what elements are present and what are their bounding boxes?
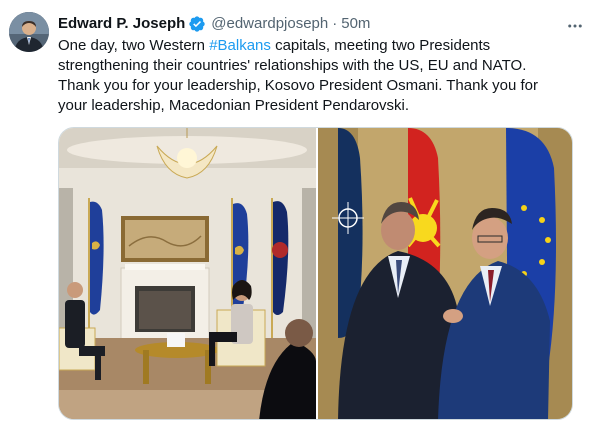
- avatar[interactable]: [9, 12, 49, 52]
- more-options-icon[interactable]: [565, 16, 585, 36]
- author-handle[interactable]: @edwardpjoseph: [211, 14, 328, 34]
- photo-macedonia-handshake[interactable]: [318, 128, 572, 419]
- photo-kosovo-meeting[interactable]: [59, 128, 316, 419]
- verified-badge-icon: [188, 15, 206, 33]
- tweet-text: One day, two Western #Balkans capitals, …: [58, 36, 558, 116]
- author-name[interactable]: Edward P. Joseph: [58, 14, 185, 34]
- tweet-text-part1: One day, two Western: [58, 37, 210, 54]
- separator-dot: ·: [332, 15, 338, 32]
- timestamp[interactable]: 50m: [341, 14, 370, 34]
- tweet-header: Edward P. Joseph @edwardpjoseph · 50m: [58, 14, 575, 34]
- tweet[interactable]: Edward P. Joseph @edwardpjoseph · 50m On…: [0, 0, 605, 430]
- hashtag-link[interactable]: #Balkans: [209, 37, 271, 54]
- media-grid: [58, 127, 573, 420]
